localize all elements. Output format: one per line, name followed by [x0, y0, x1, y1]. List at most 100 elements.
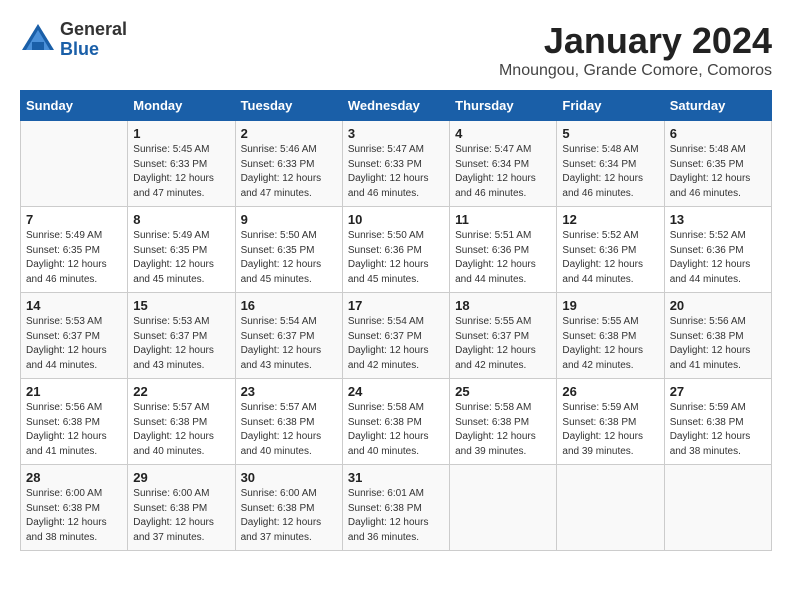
day-info: Sunrise: 5:53 AMSunset: 6:37 PMDaylight:… [133, 315, 229, 373]
day-number: 29 [133, 470, 229, 485]
logo: General Blue [20, 20, 127, 60]
header-day-saturday: Saturday [664, 91, 771, 121]
logo-text: General Blue [60, 20, 127, 60]
day-number: 26 [562, 384, 658, 399]
day-number: 17 [348, 298, 444, 313]
calendar-week-5: 28Sunrise: 6:00 AMSunset: 6:38 PMDayligh… [21, 465, 772, 551]
calendar-cell: 21Sunrise: 5:56 AMSunset: 6:38 PMDayligh… [21, 379, 128, 465]
day-number: 18 [455, 298, 551, 313]
day-info: Sunrise: 5:52 AMSunset: 6:36 PMDaylight:… [562, 229, 658, 287]
calendar-cell [21, 121, 128, 207]
calendar-cell: 23 Sunrise: 5:57 AMSunset: 6:38 PMDayligh… [235, 379, 342, 465]
calendar-cell: 9 Sunrise: 5:50 AMSunset: 6:35 PMDaylight… [235, 207, 342, 293]
logo-general: General [60, 20, 127, 40]
day-info: Sunrise: 5:58 AMSunset: 6:38 PMDaylight:… [348, 401, 444, 459]
calendar-cell: 10Sunrise: 5:50 AMSunset: 6:36 PMDayligh… [342, 207, 449, 293]
day-info: Sunrise: 6:00 AMSunset: 6:38 PMDaylight:… [133, 487, 229, 545]
day-info: Sunrise: 5:54 AMSunset: 6:37 PMDaylight:… [241, 315, 337, 373]
logo-blue: Blue [60, 40, 127, 60]
day-number: 10 [348, 212, 444, 227]
day-info: Sunrise: 5:47 AMSunset: 6:34 PMDaylight:… [455, 143, 551, 201]
day-info: Sunrise: 5:59 AMSunset: 6:38 PMDaylight:… [562, 401, 658, 459]
location: Mnoungou, Grande Comore, Comoros [499, 62, 772, 80]
day-info: Sunrise: 5:48 AMSunset: 6:34 PMDaylight:… [562, 143, 658, 201]
calendar-cell: 22 Sunrise: 5:57 AMSunset: 6:38 PMDayligh… [128, 379, 235, 465]
day-number: 7 [26, 212, 122, 227]
header-day-thursday: Thursday [450, 91, 557, 121]
calendar-cell: 28Sunrise: 6:00 AMSunset: 6:38 PMDayligh… [21, 465, 128, 551]
day-info: Sunrise: 5:50 AMSunset: 6:35 PMDaylight:… [241, 229, 337, 287]
calendar-cell: 3Sunrise: 5:47 AMSunset: 6:33 PMDaylight… [342, 121, 449, 207]
header-day-wednesday: Wednesday [342, 91, 449, 121]
calendar-cell: 14Sunrise: 5:53 AMSunset: 6:37 PMDayligh… [21, 293, 128, 379]
calendar-week-4: 21Sunrise: 5:56 AMSunset: 6:38 PMDayligh… [21, 379, 772, 465]
calendar-week-1: 1 Sunrise: 5:45 AMSunset: 6:33 PMDaylight… [21, 121, 772, 207]
calendar-cell: 25 Sunrise: 5:58 AMSunset: 6:38 PMDayligh… [450, 379, 557, 465]
day-number: 4 [455, 126, 551, 141]
day-number: 23 [241, 384, 337, 399]
day-number: 14 [26, 298, 122, 313]
day-info: Sunrise: 5:59 AMSunset: 6:38 PMDaylight:… [670, 401, 766, 459]
calendar-cell: 15 Sunrise: 5:53 AMSunset: 6:37 PMDayligh… [128, 293, 235, 379]
day-number: 30 [241, 470, 337, 485]
calendar-cell: 7 Sunrise: 5:49 AMSunset: 6:35 PMDaylight… [21, 207, 128, 293]
day-number: 11 [455, 212, 551, 227]
calendar-cell: 27 Sunrise: 5:59 AMSunset: 6:38 PMDayligh… [664, 379, 771, 465]
calendar-cell: 18 Sunrise: 5:55 AMSunset: 6:37 PMDayligh… [450, 293, 557, 379]
calendar-cell [664, 465, 771, 551]
calendar-cell: 19Sunrise: 5:55 AMSunset: 6:38 PMDayligh… [557, 293, 664, 379]
day-info: Sunrise: 5:55 AMSunset: 6:38 PMDaylight:… [562, 315, 658, 373]
day-number: 9 [241, 212, 337, 227]
day-info: Sunrise: 5:54 AMSunset: 6:37 PMDaylight:… [348, 315, 444, 373]
calendar-cell: 17 Sunrise: 5:54 AMSunset: 6:37 PMDayligh… [342, 293, 449, 379]
day-info: Sunrise: 5:55 AMSunset: 6:37 PMDaylight:… [455, 315, 551, 373]
header-day-tuesday: Tuesday [235, 91, 342, 121]
day-number: 2 [241, 126, 337, 141]
day-number: 8 [133, 212, 229, 227]
calendar-cell: 1 Sunrise: 5:45 AMSunset: 6:33 PMDaylight… [128, 121, 235, 207]
day-info: Sunrise: 5:57 AMSunset: 6:38 PMDaylight:… [241, 401, 337, 459]
day-number: 6 [670, 126, 766, 141]
day-info: Sunrise: 6:01 AMSunset: 6:38 PMDaylight:… [348, 487, 444, 545]
day-number: 20 [670, 298, 766, 313]
day-number: 16 [241, 298, 337, 313]
day-info: Sunrise: 5:56 AMSunset: 6:38 PMDaylight:… [26, 401, 122, 459]
calendar-cell: 2 Sunrise: 5:46 AMSunset: 6:33 PMDaylight… [235, 121, 342, 207]
calendar-cell: 6 Sunrise: 5:48 AMSunset: 6:35 PMDaylight… [664, 121, 771, 207]
calendar-cell: 16 Sunrise: 5:54 AMSunset: 6:37 PMDayligh… [235, 293, 342, 379]
day-number: 5 [562, 126, 658, 141]
calendar-cell: 31Sunrise: 6:01 AMSunset: 6:38 PMDayligh… [342, 465, 449, 551]
day-number: 27 [670, 384, 766, 399]
calendar-cell: 5 Sunrise: 5:48 AMSunset: 6:34 PMDaylight… [557, 121, 664, 207]
day-info: Sunrise: 5:48 AMSunset: 6:35 PMDaylight:… [670, 143, 766, 201]
day-info: Sunrise: 5:46 AMSunset: 6:33 PMDaylight:… [241, 143, 337, 201]
day-info: Sunrise: 5:58 AMSunset: 6:38 PMDaylight:… [455, 401, 551, 459]
calendar-cell: 26 Sunrise: 5:59 AMSunset: 6:38 PMDayligh… [557, 379, 664, 465]
calendar-cell: 11Sunrise: 5:51 AMSunset: 6:36 PMDayligh… [450, 207, 557, 293]
calendar-cell: 29 Sunrise: 6:00 AMSunset: 6:38 PMDayligh… [128, 465, 235, 551]
day-info: Sunrise: 5:45 AMSunset: 6:33 PMDaylight:… [133, 143, 229, 201]
calendar-header-row: SundayMondayTuesdayWednesdayThursdayFrid… [21, 91, 772, 121]
header-day-friday: Friday [557, 91, 664, 121]
calendar-cell: 4 Sunrise: 5:47 AMSunset: 6:34 PMDaylight… [450, 121, 557, 207]
day-info: Sunrise: 5:57 AMSunset: 6:38 PMDaylight:… [133, 401, 229, 459]
calendar-week-2: 7 Sunrise: 5:49 AMSunset: 6:35 PMDaylight… [21, 207, 772, 293]
day-number: 25 [455, 384, 551, 399]
calendar-week-3: 14 Sunrise: 5:53 AMSunset: 6:37 PMDayligh… [21, 293, 772, 379]
calendar-cell: 20Sunrise: 5:56 AMSunset: 6:38 PMDayligh… [664, 293, 771, 379]
calendar-cell: 8Sunrise: 5:49 AMSunset: 6:35 PMDaylight… [128, 207, 235, 293]
month-title: January 2024 [499, 20, 772, 62]
calendar-cell [450, 465, 557, 551]
calendar-cell [557, 465, 664, 551]
day-info: Sunrise: 5:49 AMSunset: 6:35 PMDaylight:… [26, 229, 122, 287]
calendar-cell: 13Sunrise: 5:52 AMSunset: 6:36 PMDayligh… [664, 207, 771, 293]
day-number: 24 [348, 384, 444, 399]
day-number: 15 [133, 298, 229, 313]
day-number: 22 [133, 384, 229, 399]
day-number: 1 [133, 126, 229, 141]
title-block: January 2024 Mnoungou, Grande Comore, Co… [499, 20, 772, 80]
day-number: 13 [670, 212, 766, 227]
day-number: 3 [348, 126, 444, 141]
page-header: General Blue January 2024 Mnoungou, Gran… [20, 20, 772, 80]
day-info: Sunrise: 6:00 AMSunset: 6:38 PMDaylight:… [241, 487, 337, 545]
